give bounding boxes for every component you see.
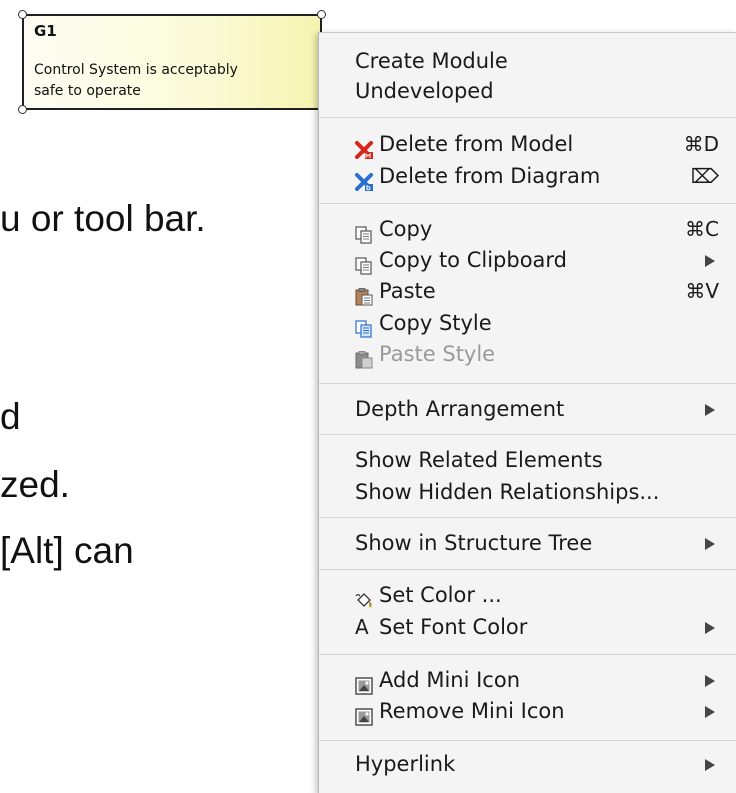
resize-handle-top-left[interactable]	[18, 10, 27, 19]
menu-item-copy-to-clipboard[interactable]: Copy to Clipboard	[319, 244, 736, 276]
context-menu: Create Module Undeveloped Delete from Mo…	[318, 32, 736, 793]
menu-item-label: Copy	[379, 217, 433, 241]
submenu-arrow-icon	[705, 404, 715, 416]
mini-icon-icon	[355, 703, 373, 726]
goal-node-g1[interactable]: G1 Control System is acceptably safe to …	[18, 10, 326, 114]
delete-diagram-icon	[355, 168, 373, 191]
menu-item-depth-arrangement[interactable]: Depth Arrangement	[319, 393, 736, 425]
menu-item-delete-from-diagram[interactable]: Delete from Diagram ⌦	[319, 160, 736, 192]
menu-item-show-in-structure-tree[interactable]: Show in Structure Tree	[319, 527, 736, 559]
menu-separator	[319, 517, 736, 518]
node-description: Control System is acceptably safe to ope…	[34, 60, 324, 102]
shortcut-label: ⌦	[690, 164, 719, 188]
menu-item-label: Paste	[379, 279, 436, 303]
menu-item-label: Depth Arrangement	[355, 397, 565, 421]
menu-item-copy-style[interactable]: Copy Style	[319, 307, 736, 339]
menu-item-show-related-elements[interactable]: Show Related Elements	[319, 444, 736, 476]
mini-icon-icon	[355, 672, 373, 695]
submenu-arrow-icon	[705, 622, 715, 634]
paste-style-icon	[355, 346, 373, 369]
menu-separator	[319, 203, 736, 204]
background-text-line2: d	[0, 396, 21, 437]
menu-separator	[319, 740, 736, 741]
copy-style-icon	[355, 315, 373, 338]
delete-model-icon	[355, 136, 373, 159]
resize-handle-top-right[interactable]	[317, 10, 326, 19]
copy-icon	[355, 252, 373, 275]
menu-item-label: Create Module	[355, 49, 508, 73]
menu-separator	[319, 434, 736, 435]
menu-separator	[319, 383, 736, 384]
menu-item-label: Paste Style	[379, 342, 496, 366]
submenu-arrow-icon	[705, 538, 715, 550]
node-id: G1	[34, 22, 57, 40]
menu-item-copy[interactable]: Copy ⌘C	[319, 213, 736, 245]
menu-item-set-font-color[interactable]: A Set Font Color	[319, 611, 736, 643]
shortcut-label: ⌘D	[683, 132, 719, 156]
menu-item-add-mini-icon[interactable]: Add Mini Icon	[319, 664, 736, 696]
menu-item-remove-mini-icon[interactable]: Remove Mini Icon	[319, 695, 736, 727]
menu-item-label: Set Color ...	[379, 583, 502, 607]
copy-icon	[355, 221, 373, 244]
menu-item-label: Delete from Model	[379, 132, 574, 156]
menu-item-paste-style[interactable]: Paste Style	[319, 338, 736, 370]
submenu-arrow-icon	[705, 255, 715, 267]
menu-item-label: Hyperlink	[355, 752, 456, 776]
menu-separator	[319, 654, 736, 655]
shortcut-label: ⌘C	[685, 217, 719, 241]
menu-item-delete-from-model[interactable]: Delete from Model ⌘D	[319, 128, 736, 160]
submenu-arrow-icon	[705, 706, 715, 718]
menu-item-label: Copy to Clipboard	[379, 248, 568, 272]
paste-icon	[355, 283, 373, 306]
background-text-line1: u or tool bar.	[0, 198, 206, 239]
menu-separator	[319, 569, 736, 570]
menu-item-label: Delete from Diagram	[379, 164, 601, 188]
menu-item-undeveloped[interactable]: Undeveloped	[319, 75, 736, 107]
paint-bucket-icon	[355, 587, 373, 608]
menu-separator	[319, 117, 736, 118]
menu-item-create-module[interactable]: Create Module	[319, 45, 736, 77]
resize-handle-bottom-left[interactable]	[18, 105, 27, 114]
menu-item-show-hidden-relationships[interactable]: Show Hidden Relationships...	[319, 476, 736, 508]
menu-item-label: Remove Mini Icon	[379, 699, 565, 723]
submenu-arrow-icon	[705, 759, 715, 771]
node-text-line2: safe to operate	[34, 83, 141, 99]
menu-item-label: Copy Style	[379, 311, 492, 335]
shortcut-label: ⌘V	[685, 279, 719, 303]
menu-item-label: Add Mini Icon	[379, 668, 521, 692]
background-text-line3: zed.	[0, 464, 70, 505]
menu-item-hyperlink[interactable]: Hyperlink	[319, 748, 736, 780]
menu-item-label: Show Hidden Relationships...	[355, 480, 660, 504]
menu-item-set-color[interactable]: Set Color ...	[319, 579, 736, 611]
menu-item-label: Undeveloped	[355, 79, 494, 103]
font-color-icon: A	[355, 615, 369, 639]
background-text-line4: [Alt] can	[0, 530, 134, 571]
submenu-arrow-icon	[705, 675, 715, 687]
menu-item-label: Set Font Color	[379, 615, 528, 639]
menu-item-label: Show in Structure Tree	[355, 531, 593, 555]
menu-item-paste[interactable]: Paste ⌘V	[319, 275, 736, 307]
node-text-line1: Control System is acceptably	[34, 62, 238, 78]
menu-item-label: Show Related Elements	[355, 448, 603, 472]
